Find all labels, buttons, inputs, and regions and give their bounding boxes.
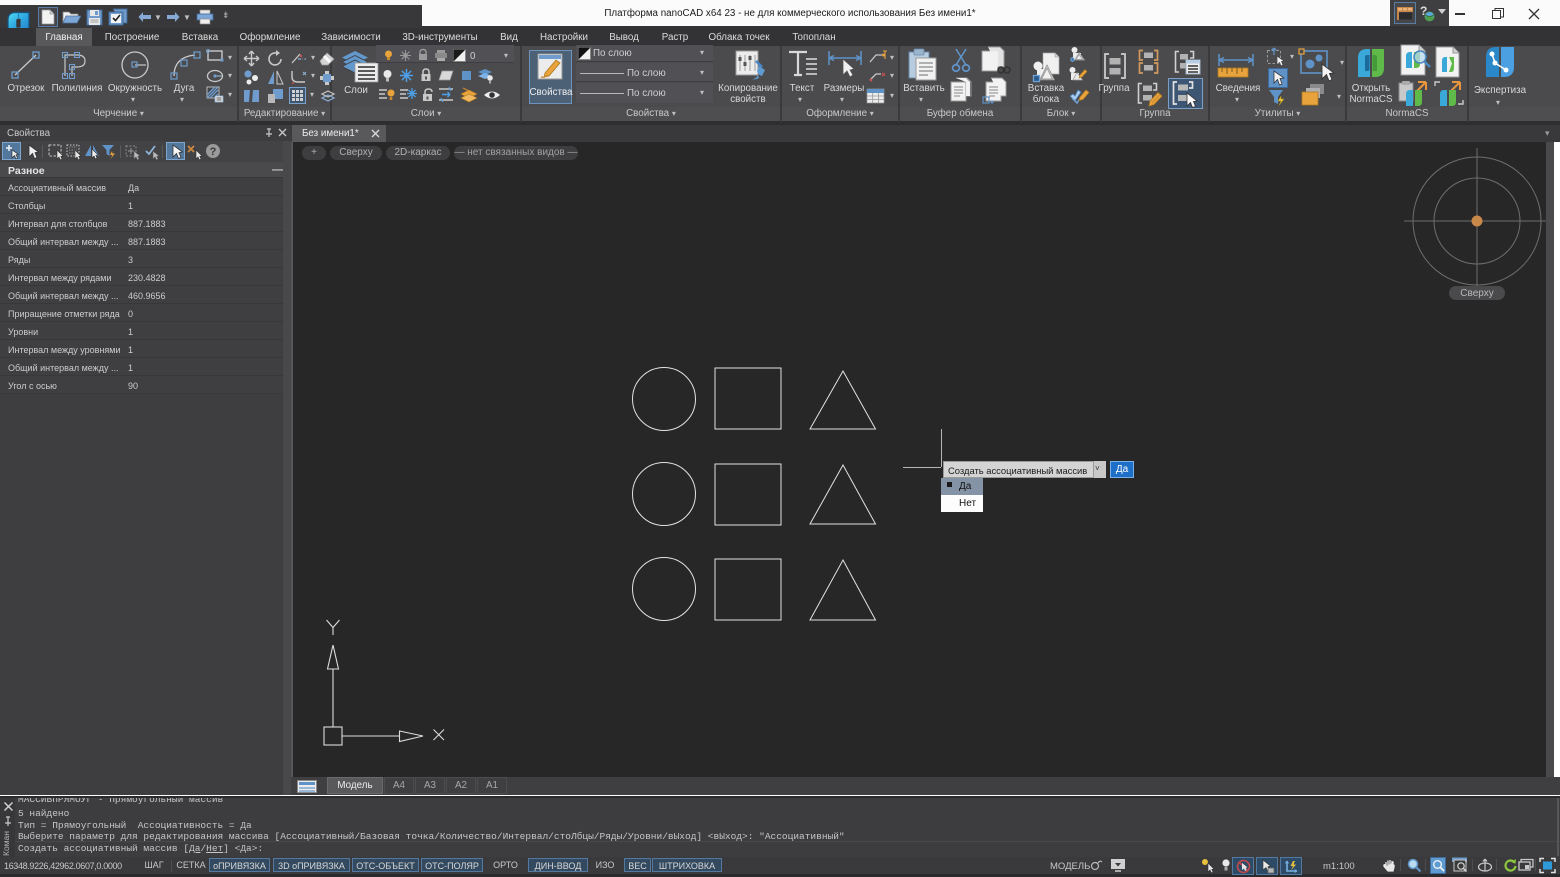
svg-text:?: ? xyxy=(210,146,217,158)
svg-text:Сверху: Сверху xyxy=(1460,288,1493,299)
